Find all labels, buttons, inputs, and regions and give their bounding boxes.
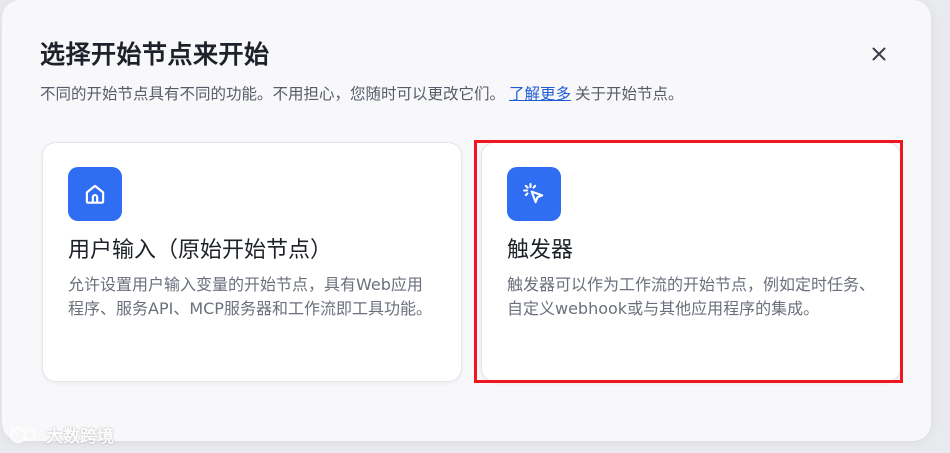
dialog-title: 选择开始节点来开始 <box>40 40 270 69</box>
subtitle-suffix: 关于开始节点。 <box>575 85 684 103</box>
watermark: 大数跨境 <box>8 422 114 447</box>
watermark-logo-icon <box>9 426 37 443</box>
dialog-subtitle: 不同的开始节点具有不同的功能。不用担心，您随时可以更改它们。 了解更多 关于开始节点… <box>40 82 684 106</box>
option-title: 用户输入（原始开始节点） <box>68 238 333 263</box>
home-icon <box>85 184 105 204</box>
subtitle-prefix: 不同的开始节点具有不同的功能。不用担心，您随时可以更改它们。 <box>40 85 506 103</box>
trigger-option-card[interactable]: 触发器 触发器可以作为工作流的开始节点，例如定时任务、自定义webhook或与其… <box>481 142 901 382</box>
watermark-text: 大数跨境 <box>46 427 114 447</box>
click-cursor-icon <box>523 183 544 204</box>
option-description: 触发器可以作为工作流的开始节点，例如定时任务、自定义webhook或与其他应用程… <box>507 275 876 318</box>
close-button[interactable] <box>867 42 891 66</box>
close-icon <box>872 47 886 61</box>
start-node-dialog: 选择开始节点来开始 不同的开始节点具有不同的功能。不用担心，您随时可以更改它们。… <box>2 0 931 441</box>
user-input-option-card[interactable]: 用户输入（原始开始节点） 允许设置用户输入变量的开始节点，具有Web应用程序、服… <box>42 142 462 382</box>
user-input-icon-tile <box>68 167 122 221</box>
trigger-icon-tile <box>507 167 561 221</box>
option-title: 触发器 <box>507 238 574 263</box>
learn-more-link[interactable]: 了解更多 <box>509 85 571 103</box>
option-description: 允许设置用户输入变量的开始节点，具有Web应用程序、服务API、MCP服务器和工… <box>68 275 432 318</box>
